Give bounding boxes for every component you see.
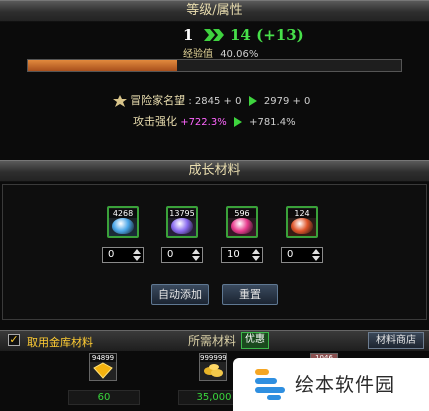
stepper-arrows-icon[interactable] xyxy=(192,249,200,261)
required-materials-bar: ✓ 取用金库材料 所需材料 优惠 材料商店 xyxy=(0,330,429,351)
exp-row: 经验值 40.06% xyxy=(183,45,258,60)
material-shop-button[interactable]: 材料商店 xyxy=(368,332,424,349)
material-count: 13795 xyxy=(168,209,196,218)
material-count: 9999999 xyxy=(200,354,227,362)
level-attribute-header: 等级/属性 xyxy=(0,0,429,22)
auto-add-button[interactable]: 自动添加 xyxy=(151,284,209,305)
quantity-value: 0 xyxy=(108,249,115,260)
reset-button[interactable]: 重置 xyxy=(222,284,278,305)
arrow-right-icon xyxy=(233,117,242,127)
watermark: 绘本软件园 xyxy=(233,358,429,411)
stepper-arrows-icon[interactable] xyxy=(133,249,141,261)
level-row: 1 14 (+13) xyxy=(0,26,429,44)
level-up-arrows-icon xyxy=(204,29,224,41)
material-slot-purple[interactable]: 13795 xyxy=(166,206,198,238)
current-level: 1 xyxy=(183,26,194,44)
next-level: 14 (+13) xyxy=(230,26,304,44)
red-crystal-icon xyxy=(291,218,313,234)
quantity-stepper-purple[interactable]: 0 xyxy=(161,247,203,263)
level-attribute-title: 等级/属性 xyxy=(186,3,243,18)
exp-progress-bar xyxy=(27,59,402,72)
next-level-value: 14 xyxy=(230,26,251,44)
attack-stat: 攻击强化 +722.3% +781.4% xyxy=(133,113,296,129)
stepper-arrows-icon[interactable] xyxy=(312,249,320,261)
attack-after: +781.4% xyxy=(249,117,296,128)
growth-materials-header: 成长材料 xyxy=(0,160,429,182)
attack-before: +722.3% xyxy=(180,117,227,128)
growth-materials-panel xyxy=(2,184,427,320)
required-material-slot[interactable]: 9999999 xyxy=(199,353,227,381)
level-bonus: (+13) xyxy=(256,26,304,44)
discount-badge: 优惠 xyxy=(241,332,269,349)
material-count: 596 xyxy=(228,209,256,218)
required-materials-title: 所需材料 xyxy=(188,334,237,348)
site-logo-icon xyxy=(255,369,285,400)
use-vault-checkbox[interactable]: ✓ xyxy=(8,334,20,346)
fame-before: : 2845 + 0 xyxy=(188,96,242,107)
material-slot-blue[interactable]: 4268 xyxy=(107,206,139,238)
watermark-text: 绘本软件园 xyxy=(295,374,396,396)
quantity-value: 0 xyxy=(287,249,294,260)
fame-stat: 冒险家名望 : 2845 + 0 2979 + 0 xyxy=(113,92,310,108)
required-amount: 60 xyxy=(68,390,140,405)
growth-materials-title: 成长材料 xyxy=(188,163,241,178)
material-slot-red[interactable]: 124 xyxy=(286,206,318,238)
fame-icon xyxy=(113,95,127,107)
purple-crystal-icon xyxy=(171,218,193,234)
fame-label: 冒险家名望 xyxy=(130,94,186,107)
use-vault-label[interactable]: 取用金库材料 xyxy=(27,334,93,350)
pink-crystal-icon xyxy=(231,218,253,234)
required-material-slot[interactable]: 94899 xyxy=(89,353,117,381)
material-count: 4268 xyxy=(109,209,137,218)
blue-crystal-icon xyxy=(112,218,134,234)
quantity-value: 0 xyxy=(167,249,174,260)
fame-after: 2979 + 0 xyxy=(263,96,311,107)
material-slot-pink[interactable]: 596 xyxy=(226,206,258,238)
arrow-right-icon xyxy=(248,96,257,106)
quantity-stepper-blue[interactable]: 0 xyxy=(102,247,144,263)
quantity-value: 10 xyxy=(227,249,240,260)
attack-label: 攻击强化 xyxy=(133,115,177,128)
material-count: 94899 xyxy=(90,354,116,362)
stepper-arrows-icon[interactable] xyxy=(252,249,260,261)
material-count: 124 xyxy=(288,209,316,218)
quantity-stepper-red[interactable]: 0 xyxy=(281,247,323,263)
quantity-stepper-pink[interactable]: 10 xyxy=(221,247,263,263)
exp-progress-fill xyxy=(28,60,178,71)
